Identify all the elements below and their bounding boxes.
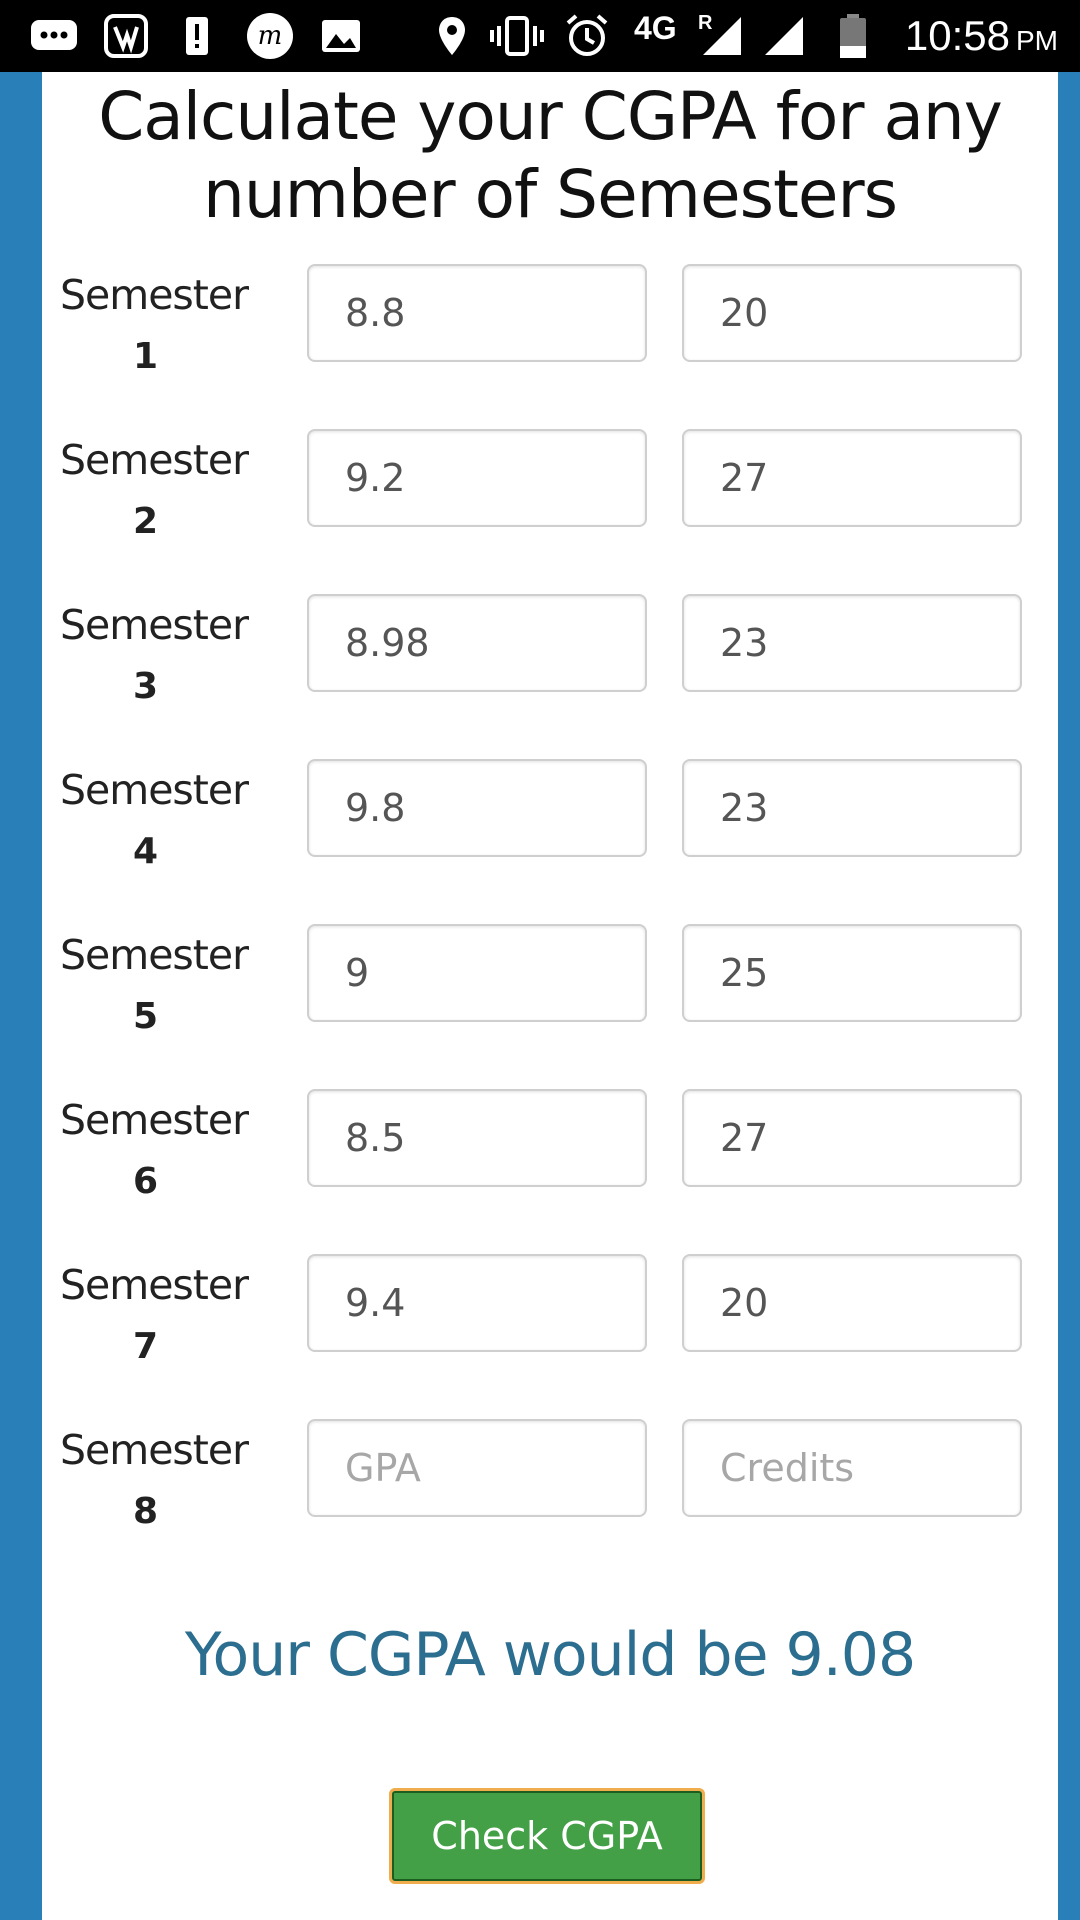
vibrate-icon (488, 12, 546, 60)
semester-label-7: Semester 7 (60, 1254, 249, 1378)
gpa-input-semester-8[interactable] (307, 1419, 647, 1517)
semester-number: 2 (132, 501, 158, 542)
credits-input-semester-7[interactable] (682, 1254, 1022, 1352)
svg-text:m: m (258, 21, 283, 51)
credits-input-semester-1[interactable] (682, 264, 1022, 362)
semester-number: 6 (132, 1161, 158, 1202)
semester-number: 1 (132, 336, 158, 377)
semester-number: 4 (132, 831, 158, 872)
semester-row-6: Semester 6 (42, 1089, 1058, 1202)
battery-icon (836, 12, 870, 60)
semester-number: 3 (132, 666, 158, 707)
gpa-input-semester-4[interactable] (307, 759, 647, 857)
status-ampm: PM (1016, 25, 1058, 56)
semester-label-5: Semester 5 (60, 924, 249, 1048)
semester-number: 8 (132, 1491, 158, 1532)
gpa-input-semester-6[interactable] (307, 1089, 647, 1187)
alert-icon (180, 12, 214, 60)
semester-number: 7 (132, 1326, 158, 1367)
semester-row-2: Semester 2 (42, 429, 1058, 542)
semester-label-2: Semester 2 (60, 429, 249, 553)
credits-input-semester-8[interactable] (682, 1419, 1022, 1517)
semester-label-1: Semester 1 (60, 264, 249, 388)
credits-input-semester-4[interactable] (682, 759, 1022, 857)
signal-icon (700, 12, 744, 60)
credits-input-semester-5[interactable] (682, 924, 1022, 1022)
semester-label-text: Semester (60, 271, 249, 319)
semester-row-3: Semester 3 (42, 594, 1058, 707)
status-time: 10:58 PM (905, 12, 1058, 60)
signal-icon-2 (762, 12, 806, 60)
gpa-input-semester-3[interactable] (307, 594, 647, 692)
check-cgpa-button[interactable]: Check CGPA (389, 1788, 705, 1884)
cgpa-result-text: Your CGPA would be 9.08 (184, 1620, 916, 1690)
semester-number: 5 (132, 996, 158, 1037)
semester-label-text: Semester (60, 766, 249, 814)
jiosaavn-icon (100, 12, 152, 60)
semester-label-text: Semester (60, 1426, 249, 1474)
semester-label-text: Semester (60, 601, 249, 649)
cgpa-calculator-card: Calculate your CGPA for any number of Se… (42, 72, 1058, 1920)
network-type-label: 4G (634, 10, 677, 46)
semester-label-text: Semester (60, 1096, 249, 1144)
gpa-input-semester-1[interactable] (307, 264, 647, 362)
semester-row-7: Semester 7 (42, 1254, 1058, 1367)
semester-label-8: Semester 8 (60, 1419, 249, 1543)
semester-label-6: Semester 6 (60, 1089, 249, 1213)
credits-input-semester-2[interactable] (682, 429, 1022, 527)
semester-label-text: Semester (60, 1261, 249, 1309)
gpa-input-semester-7[interactable] (307, 1254, 647, 1352)
messages-icon (28, 12, 80, 60)
page-title: Calculate your CGPA for any number of Se… (98, 78, 1003, 233)
credits-input-semester-6[interactable] (682, 1089, 1022, 1187)
credits-input-semester-3[interactable] (682, 594, 1022, 692)
semester-row-1: Semester 1 (42, 264, 1058, 377)
status-bar: m 4G R 10:58 PM (0, 0, 1080, 72)
gallery-icon (318, 12, 364, 60)
semester-label-4: Semester 4 (60, 759, 249, 883)
location-icon (432, 12, 472, 60)
semester-label-text: Semester (60, 931, 249, 979)
semester-label-text: Semester (60, 436, 249, 484)
semester-row-5: Semester 5 (42, 924, 1058, 1037)
gpa-input-semester-2[interactable] (307, 429, 647, 527)
semester-row-4: Semester 4 (42, 759, 1058, 872)
alarm-icon (562, 12, 612, 60)
status-time-value: 10:58 (904, 12, 1010, 59)
semester-label-3: Semester 3 (60, 594, 249, 718)
gpa-input-semester-5[interactable] (307, 924, 647, 1022)
m-app-icon: m (244, 12, 296, 60)
semester-row-8: Semester 8 (42, 1419, 1058, 1532)
